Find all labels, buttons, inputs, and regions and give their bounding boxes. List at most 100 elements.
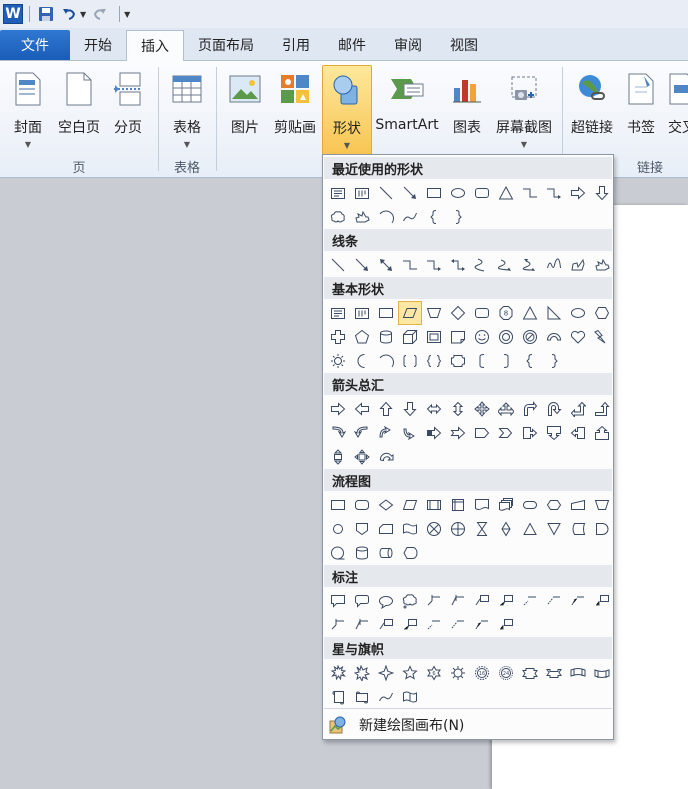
tab-mailings[interactable]: 邮件 bbox=[324, 30, 380, 60]
shape-rbrace-icon[interactable] bbox=[446, 205, 470, 229]
shape-fc-display-icon[interactable] bbox=[398, 541, 422, 565]
blank-page-button[interactable]: 空白页 bbox=[54, 65, 104, 155]
shape-fc-collate-icon[interactable] bbox=[470, 517, 494, 541]
shape-fc-connector-icon[interactable] bbox=[326, 517, 350, 541]
shape-rarrow-icon[interactable] bbox=[326, 397, 350, 421]
tab-home[interactable]: 开始 bbox=[70, 30, 126, 60]
shape-darrow-icon[interactable] bbox=[398, 397, 422, 421]
word-app-icon[interactable]: W bbox=[3, 4, 23, 24]
bookmark-button[interactable]: 书签 bbox=[622, 65, 660, 155]
shape-curvearrow-icon[interactable] bbox=[494, 253, 518, 277]
shape-rbrace-icon[interactable] bbox=[542, 349, 566, 373]
shape-smiley-icon[interactable] bbox=[470, 325, 494, 349]
shape-line-icon[interactable] bbox=[374, 181, 398, 205]
shape-cube-icon[interactable] bbox=[398, 325, 422, 349]
shape-fc-sumjunction-icon[interactable] bbox=[422, 517, 446, 541]
shape-textbox-icon[interactable] bbox=[326, 301, 350, 325]
shape-line-callout13-icon[interactable] bbox=[422, 613, 446, 637]
shape-elbow-icon[interactable] bbox=[398, 253, 422, 277]
shape-blockarc-icon[interactable] bbox=[542, 325, 566, 349]
shape-vscroll-icon[interactable] bbox=[326, 685, 350, 709]
shape-fc-data-icon[interactable] bbox=[398, 493, 422, 517]
shape-fc-internal-icon[interactable] bbox=[446, 493, 470, 517]
shape-fc-direct-icon[interactable] bbox=[374, 541, 398, 565]
cross-reference-button[interactable]: 交叉 bbox=[662, 65, 688, 155]
tab-page-layout[interactable]: 页面布局 bbox=[184, 30, 268, 60]
shape-foldedcorner-icon[interactable] bbox=[446, 325, 470, 349]
shape-cross-icon[interactable] bbox=[326, 325, 350, 349]
smartart-button[interactable]: SmartArt bbox=[373, 65, 441, 155]
shape-arrow-icon[interactable] bbox=[350, 253, 374, 277]
tab-file[interactable]: 文件 bbox=[0, 30, 70, 60]
shape-line-callout5-icon[interactable] bbox=[518, 589, 542, 613]
shape-donut-icon[interactable] bbox=[494, 325, 518, 349]
shape-fc-offpage-icon[interactable] bbox=[350, 517, 374, 541]
new-drawing-canvas-item[interactable]: 新建绘图画布(N) bbox=[327, 713, 609, 737]
page-break-button[interactable]: 分页 bbox=[108, 65, 148, 155]
shape-notchedR-icon[interactable] bbox=[446, 421, 470, 445]
shape-fc-magdisk-icon[interactable] bbox=[350, 541, 374, 565]
shape-line-callout7-icon[interactable] bbox=[566, 589, 590, 613]
shape-line-callout9-icon[interactable] bbox=[326, 613, 350, 637]
table-button[interactable]: 表格 ▼ bbox=[166, 65, 208, 155]
shape-fc-or-icon[interactable] bbox=[446, 517, 470, 541]
shape-ribbon-curved-down-icon[interactable] bbox=[566, 661, 590, 685]
shape-plaque-icon[interactable] bbox=[446, 349, 470, 373]
shape-scribble-icon[interactable] bbox=[542, 253, 566, 277]
shape-larrow-icon[interactable] bbox=[350, 397, 374, 421]
shape-callout-rrect-icon[interactable] bbox=[350, 589, 374, 613]
shape-stripedR-icon[interactable] bbox=[422, 421, 446, 445]
shape-line-callout11-icon[interactable] bbox=[374, 613, 398, 637]
shape-triangle-icon[interactable] bbox=[494, 181, 518, 205]
shape-braces-icon[interactable] bbox=[422, 349, 446, 373]
shape-parallelogram-icon[interactable] bbox=[398, 301, 422, 325]
shape-arrow-icon[interactable] bbox=[398, 181, 422, 205]
shape-hscroll-icon[interactable] bbox=[350, 685, 374, 709]
shape-lrarrow-icon[interactable] bbox=[422, 397, 446, 421]
shape-arc-icon[interactable] bbox=[374, 205, 398, 229]
shape-curvedD-icon[interactable] bbox=[398, 421, 422, 445]
shape-fc-terminator-icon[interactable] bbox=[518, 493, 542, 517]
shape-fc-seqaccess-icon[interactable] bbox=[326, 541, 350, 565]
customize-toolbar-icon[interactable]: ▼ bbox=[124, 10, 130, 19]
shape-lrUarrow-icon[interactable] bbox=[494, 397, 518, 421]
shape-line-callout3-icon[interactable] bbox=[470, 589, 494, 613]
shape-moon-icon[interactable] bbox=[350, 349, 374, 373]
shape-fc-decision-icon[interactable] bbox=[374, 493, 398, 517]
shape-rect-icon[interactable] bbox=[422, 181, 446, 205]
shape-fc-multidoc-icon[interactable] bbox=[494, 493, 518, 517]
shape-line-callout15-icon[interactable] bbox=[470, 613, 494, 637]
shape-lbrace-icon[interactable] bbox=[422, 205, 446, 229]
shape-line-callout2-icon[interactable] bbox=[446, 589, 470, 613]
hyperlink-button[interactable]: 超链接 bbox=[567, 65, 617, 155]
shape-fc-alt-icon[interactable] bbox=[350, 493, 374, 517]
shape-fc-tape-icon[interactable] bbox=[398, 517, 422, 541]
shape-vtextbox-icon[interactable] bbox=[350, 181, 374, 205]
shape-fc-manualinput-icon[interactable] bbox=[566, 493, 590, 517]
shape-ribbon-curved-up-icon[interactable] bbox=[590, 661, 614, 685]
shape-freeform2-icon[interactable] bbox=[566, 253, 590, 277]
shape-ribbon-down-icon[interactable] bbox=[518, 661, 542, 685]
shape-brackets-icon[interactable] bbox=[398, 349, 422, 373]
cover-page-button[interactable]: 封面 ▼ bbox=[6, 65, 50, 155]
shape-noSymbol-icon[interactable] bbox=[518, 325, 542, 349]
shape-wave-icon[interactable] bbox=[398, 205, 422, 229]
shape-vtextbox-icon[interactable] bbox=[350, 301, 374, 325]
shape-rtriangle-icon[interactable] bbox=[542, 301, 566, 325]
shape-freeform-icon[interactable] bbox=[590, 253, 614, 277]
shape-elbowdbl-icon[interactable] bbox=[446, 253, 470, 277]
shape-fc-extract-icon[interactable] bbox=[518, 517, 542, 541]
tab-references[interactable]: 引用 bbox=[268, 30, 324, 60]
shape-rbracket-icon[interactable] bbox=[494, 349, 518, 373]
shape-fc-delay-icon[interactable] bbox=[590, 517, 614, 541]
shape-elbowarrow-icon[interactable] bbox=[542, 181, 566, 205]
shape-fc-stored-icon[interactable] bbox=[566, 517, 590, 541]
screenshot-button[interactable]: 屏幕截图 ▼ bbox=[492, 65, 556, 155]
shape-octagon-icon[interactable]: 8 bbox=[494, 301, 518, 325]
shape-ribbon-up-icon[interactable] bbox=[542, 661, 566, 685]
shape-darrowcallout-icon[interactable] bbox=[542, 421, 566, 445]
shape-callout-oval-icon[interactable] bbox=[374, 589, 398, 613]
shape-fc-document-icon[interactable] bbox=[470, 493, 494, 517]
shape-bevel-icon[interactable] bbox=[422, 325, 446, 349]
tab-review[interactable]: 审阅 bbox=[380, 30, 436, 60]
